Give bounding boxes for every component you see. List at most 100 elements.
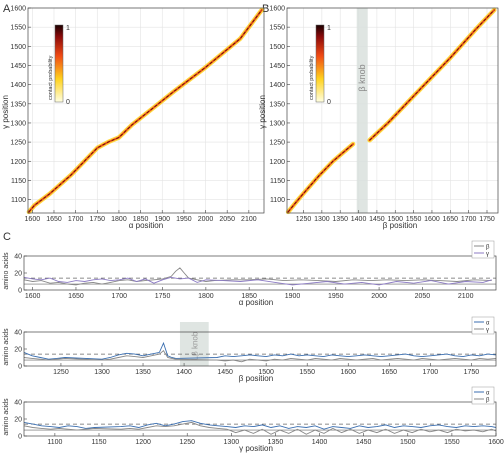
panel-a-ytick-label: 1600 xyxy=(10,6,26,13)
panel-b-colorbar-gradient xyxy=(315,24,325,103)
panel-c2-xtick-label: 1700 xyxy=(423,369,439,376)
panel-b-ytick-label: 1550 xyxy=(269,25,285,32)
panel-c2-xtick-label: 1300 xyxy=(94,369,110,376)
panel-c1-legend-box xyxy=(471,240,495,259)
panel-a-ytick-label: 1550 xyxy=(10,25,26,32)
panel-c1-ytick-label: 0 xyxy=(18,288,22,295)
panel-b-seg0-contact-halo xyxy=(285,141,356,215)
panel-b-ytick-label: 1200 xyxy=(269,159,285,166)
panel-c1-xtick-label: 1650 xyxy=(68,293,84,300)
panel-c1-frame xyxy=(23,255,497,291)
panel-c1-line-chart: 1600 1650 1700 1750 1800 1850 1900 1950 2000 2050… xyxy=(3,240,497,307)
panel-c2-ticks: 1250 1300 1350 1400 1450 1500 1550 1600 1650 1700… xyxy=(14,330,479,377)
panel-c1-legend-label: β xyxy=(486,245,490,251)
panel-a-colorbar-max: 1 xyxy=(66,25,70,32)
panel-c1-ticks: 1600 1650 1700 1750 1800 1850 1900 1950 2000 2050… xyxy=(14,254,473,301)
panel-a-xtick-label: 1600 xyxy=(25,216,41,223)
panel-c1-ytick-label: 20 xyxy=(14,271,22,278)
panel-c1-xtick-label: 1900 xyxy=(285,293,301,300)
panel-c2-ylabel: amino acids xyxy=(3,328,10,366)
panel-b-xlabel: β position xyxy=(383,221,417,230)
panel-c2-xtick-label: 1250 xyxy=(53,369,69,376)
panel-c2-xtick-label: 1450 xyxy=(217,369,233,376)
panel-c1-ytick-label: 40 xyxy=(14,254,22,261)
panel-b-colorbar-max: 1 xyxy=(327,25,331,32)
panel-b-xtick-label: 1650 xyxy=(443,216,459,223)
panel-c3-xtick-label: 1200 xyxy=(135,439,151,446)
panel-c2-frame xyxy=(23,331,497,367)
panel-b-ytick-label: 1300 xyxy=(269,120,285,127)
panel-a-colorbar-min: 0 xyxy=(66,99,70,106)
panel-a-ytick-label: 1450 xyxy=(10,63,26,70)
panel-c2-xtick-label: 1350 xyxy=(135,369,151,376)
panel-a-contact-map: 1 0 contact probability 1600 1650 1700 1750… xyxy=(1,6,265,230)
panel-c3-legend-label: α xyxy=(486,391,490,397)
panel-a-colorbar-label: contact probability xyxy=(48,55,54,100)
panel-c2-legend: αγ xyxy=(471,316,495,335)
panel-a-ytick-label: 1200 xyxy=(10,159,26,166)
panel-a-xtick-label: 2100 xyxy=(241,216,257,223)
panel-b-knob-shade: β knob xyxy=(356,8,368,213)
panel-c3-legend-box xyxy=(471,386,495,405)
panel-c3-ticks: 1100 1150 1200 1250 1300 1350 1400 1450 1500 1550… xyxy=(14,400,504,447)
panel-c3-xtick-label: 1450 xyxy=(356,439,372,446)
panel-c1-xtick-label: 2050 xyxy=(415,293,431,300)
panel-a-ytick-label: 1400 xyxy=(10,82,26,89)
panel-c1-xtick-label: 1800 xyxy=(198,293,214,300)
figure: A B C 1 0 contact probability 1600 1650 17… xyxy=(1,3,504,453)
panel-c3-ytick-label: 0 xyxy=(18,434,22,441)
panel-b-ytick-label: 1350 xyxy=(269,101,285,108)
panel-b-xtick-label: 1400 xyxy=(351,216,367,223)
panel-a-xlabel: α position xyxy=(129,221,163,230)
panel-b-ytick-label: 1150 xyxy=(270,178,285,185)
panel-b-xtick-label: 1250 xyxy=(296,216,312,223)
panel-c3-ytick-label: 40 xyxy=(14,400,22,407)
panel-c2-legend-label: γ xyxy=(486,328,489,334)
panel-a-xtick-label: 2050 xyxy=(219,216,235,223)
panel-a-xtick-label: 1650 xyxy=(46,216,62,223)
panel-b-ytick-label: 1500 xyxy=(269,44,285,51)
panel-c3-xtick-label: 1550 xyxy=(444,439,460,446)
panel-a-ytick-label: 1100 xyxy=(11,197,26,204)
panel-c2-ytick-label: 20 xyxy=(14,347,22,354)
panel-c3-xtick-label: 1300 xyxy=(224,439,240,446)
panel-b-knob-region xyxy=(356,8,368,213)
panel-b-xtick-label: 1350 xyxy=(332,216,348,223)
panel-a-xtick-label: 2000 xyxy=(198,216,214,223)
panel-a-ticks: 1600 1650 1700 1750 1800 1850 1900 1950 2000 2050… xyxy=(10,6,256,224)
panel-b-contact-map: β knob 1 0 contact probability 1250 1300 1… xyxy=(258,6,499,230)
panel-c1-xtick-label: 2100 xyxy=(458,293,474,300)
panel-c3-xtick-label: 1600 xyxy=(488,439,504,446)
panel-c3-legend: αβ xyxy=(471,386,495,405)
panel-c1-xtick-label: 1750 xyxy=(155,293,171,300)
panel-a-xtick-label: 1950 xyxy=(176,216,192,223)
panel-a-xtick-label: 1750 xyxy=(89,216,105,223)
panel-b-xtick-label: 1700 xyxy=(461,216,477,223)
panel-b-knob-label: β knob xyxy=(357,64,367,91)
panel-c1-series xyxy=(23,267,496,286)
panel-c3-line-chart: 1100 1150 1200 1250 1300 1350 1400 1450 1500 1550… xyxy=(3,386,504,453)
panel-c1-xlabel: α position xyxy=(239,298,273,307)
panel-c2-legend-box xyxy=(471,316,495,335)
panel-c3-series xyxy=(23,420,497,435)
panel-c2-ytick-label: 40 xyxy=(14,330,22,337)
panel-c2-xtick-label: 1600 xyxy=(340,369,356,376)
panel-c2-xtick-label: 1650 xyxy=(381,369,397,376)
panel-label-c: C xyxy=(3,231,11,243)
panel-a-ytick-label: 1250 xyxy=(10,140,26,147)
panel-c3-xtick-label: 1250 xyxy=(179,439,195,446)
panel-b-xtick-label: 1600 xyxy=(424,216,440,223)
panel-b-ytick-label: 1100 xyxy=(270,197,285,204)
panel-c2-series-0 xyxy=(23,341,497,360)
panel-a-diagonal xyxy=(26,7,265,215)
panel-c1-xtick-label: 1700 xyxy=(111,293,127,300)
panel-c3-series-0 xyxy=(23,420,497,430)
panel-b-colorbar-label: contact probability xyxy=(309,55,315,100)
panel-a-ytick-label: 1500 xyxy=(10,44,26,51)
panel-c2-ytick-label: 0 xyxy=(18,364,22,371)
panel-c2-line-chart: Lβ knob 1250 1300 1350 1400 1450 1500 1550 1600… xyxy=(3,316,497,383)
panel-b-xtick-label: 1750 xyxy=(479,216,495,223)
panel-a-contact-core xyxy=(28,9,263,213)
panel-c3-xlabel: γ position xyxy=(239,444,273,453)
panel-b-ytick-label: 1600 xyxy=(269,6,285,13)
